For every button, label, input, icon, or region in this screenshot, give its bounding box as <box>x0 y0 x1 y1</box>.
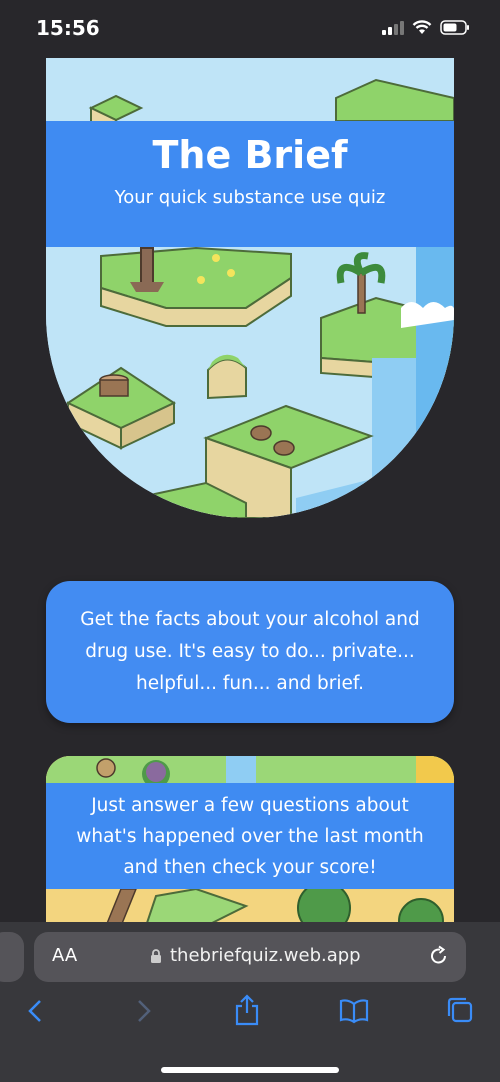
wifi-icon <box>412 20 432 34</box>
battery-icon <box>440 20 469 35</box>
forward-icon[interactable] <box>135 998 153 1024</box>
text-size-button[interactable]: AA <box>52 945 77 966</box>
status-bar: 15:56 <box>0 0 500 58</box>
cellular-signal-icon <box>382 20 404 35</box>
hero-card: The Brief Your quick substance use quiz <box>46 58 454 518</box>
home-indicator <box>161 1067 339 1073</box>
browser-chrome: AA thebriefquiz.web.app <box>0 922 500 1082</box>
intro-card: Get the facts about your alcohol and dru… <box>46 581 454 723</box>
tabs-icon[interactable] <box>446 996 474 1024</box>
share-icon[interactable] <box>234 994 260 1026</box>
intro-text: Get the facts about your alcohol and dru… <box>80 609 420 694</box>
address-bar[interactable]: AA thebriefquiz.web.app <box>34 932 466 982</box>
browser-toolbar <box>0 994 500 1038</box>
instructions-text: Just answer a few questions about what's… <box>76 794 424 878</box>
bookmarks-icon[interactable] <box>339 998 369 1024</box>
status-icons <box>382 20 470 35</box>
status-time: 15:56 <box>36 16 100 40</box>
instructions-banner: Just answer a few questions about what's… <box>46 783 454 889</box>
app-subtitle: Your quick substance use quiz <box>114 187 386 208</box>
previous-tab-preview[interactable] <box>0 932 24 982</box>
url-text: thebriefquiz.web.app <box>170 945 361 966</box>
back-icon[interactable] <box>26 998 44 1024</box>
reload-icon[interactable] <box>428 945 450 967</box>
hero-banner: The Brief Your quick substance use quiz <box>46 121 454 247</box>
lock-icon <box>151 949 161 963</box>
app-title: The Brief <box>152 133 348 177</box>
instructions-card: Just answer a few questions about what's… <box>46 756 454 926</box>
